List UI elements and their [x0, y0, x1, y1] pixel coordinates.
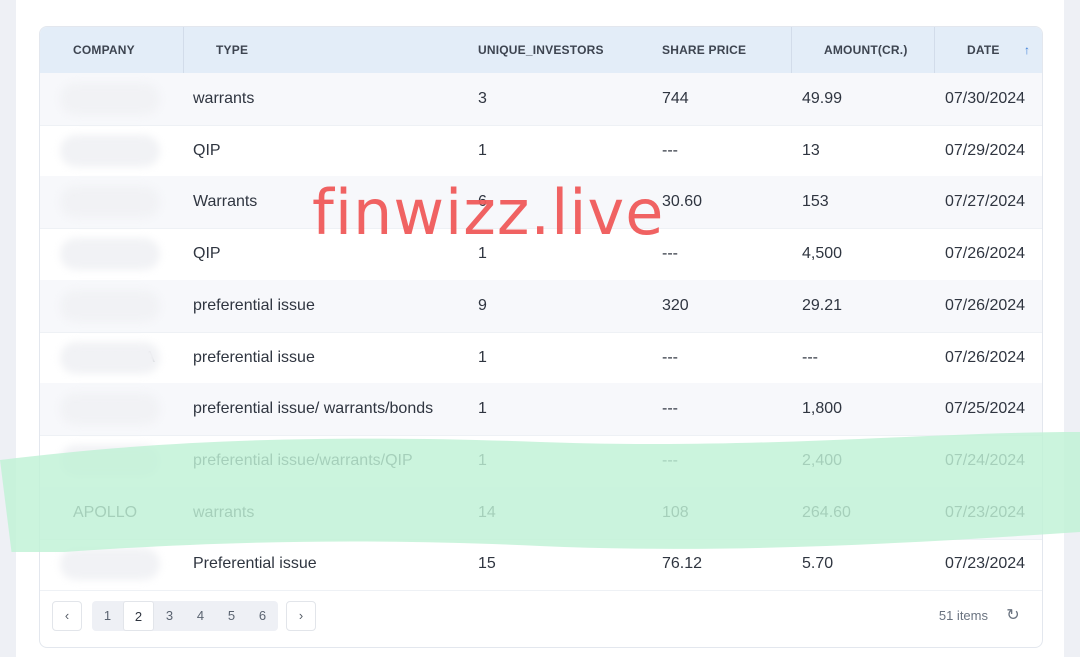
cell-type: warrants	[193, 90, 255, 107]
cell-unique-investors: 1	[478, 400, 487, 418]
redaction-blur	[60, 548, 160, 581]
cell-amount: 5.70	[802, 555, 834, 573]
pagination-bar: ‹ 1 2 3 4 5 6 › 51 items ↻	[40, 599, 1042, 635]
redaction-blur	[60, 289, 160, 322]
redaction-blur	[60, 134, 160, 167]
cell-date: 07/26/2024	[945, 245, 1026, 263]
cell-date: 07/23/2024	[945, 503, 1026, 521]
cell-type: preferential issue	[193, 296, 315, 314]
sort-ascending-icon[interactable]: ↑	[1024, 27, 1030, 73]
cell-amount: 49.99	[802, 90, 843, 107]
cell-type: preferential issue/warrants/QIP	[193, 451, 413, 469]
page-5-button[interactable]: 5	[216, 601, 247, 631]
cell-amount: 264.60	[802, 503, 851, 521]
cell-share-price: 108	[662, 503, 689, 521]
column-header-company[interactable]: COMPANY	[40, 27, 183, 73]
redaction-blur	[60, 444, 160, 477]
redaction-blur	[60, 83, 160, 115]
page-2-button[interactable]: 2	[123, 601, 154, 631]
cell-share-price: ---	[662, 348, 678, 366]
item-count: 51 items	[938, 608, 988, 623]
cell-date: 07/27/2024	[945, 193, 1026, 211]
cell-unique-investors: 1	[478, 348, 487, 366]
redaction-blur	[60, 186, 160, 219]
cell-share-price: ---	[662, 141, 678, 159]
next-page-button[interactable]: ›	[286, 601, 316, 631]
cell-amount: 13	[802, 141, 820, 159]
cell-type: warrants	[193, 503, 255, 521]
cell-amount: 4,500	[802, 245, 843, 263]
table-row[interactable]: APOLLO warrants 14 108 264.60 07/23/2024	[40, 486, 1042, 540]
cell-date: 07/26/2024	[945, 296, 1026, 314]
cell-amount: 29.21	[802, 296, 843, 314]
cell-amount: 2,400	[802, 451, 843, 469]
page-4-button[interactable]: 4	[185, 601, 216, 631]
cell-date: 07/30/2024	[945, 90, 1026, 107]
data-table: COMPANY TYPE UNIQUE_INVESTORS SHARE PRIC…	[39, 26, 1043, 648]
cell-unique-investors: 15	[478, 555, 496, 573]
cell-type: preferential issue	[193, 348, 315, 366]
cell-share-price: ---	[662, 400, 678, 418]
cell-date: 07/23/2024	[945, 555, 1026, 573]
cell-amount: 1,800	[802, 400, 843, 418]
column-header-share-price[interactable]: SHARE PRICE	[629, 27, 769, 73]
cell-amount: 153	[802, 193, 829, 211]
table-header: COMPANY TYPE UNIQUE_INVESTORS SHARE PRIC…	[40, 27, 1042, 74]
cell-unique-investors: 3	[478, 90, 487, 107]
cell-share-price: 320	[662, 296, 689, 314]
table-row[interactable]: preferential issue/warrants/QIP 1 --- 2,400…	[40, 435, 1042, 488]
cell-type: QIP	[193, 141, 221, 159]
cell-amount: ---	[802, 348, 818, 366]
cell-unique-investors: 14	[478, 503, 496, 521]
cell-date: 07/26/2024	[945, 348, 1026, 366]
cell-unique-investors: 9	[478, 296, 487, 314]
cell-date: 07/24/2024	[945, 451, 1026, 469]
redaction-blur	[60, 393, 160, 426]
column-header-unique-investors[interactable]: UNIQUE_INVESTORS	[445, 27, 629, 73]
refresh-icon[interactable]: ↻	[1002, 601, 1024, 631]
prev-page-button[interactable]: ‹	[52, 601, 82, 631]
cell-unique-investors: 1	[478, 141, 487, 159]
watermark-text: finwizz.live	[312, 176, 665, 249]
table-row[interactable]: QIP 1 --- 13 07/29/2024	[40, 125, 1042, 178]
page-3-button[interactable]: 3	[154, 601, 185, 631]
cell-share-price: 744	[662, 90, 689, 107]
cell-share-price: 76.12	[662, 555, 703, 573]
redaction-blur	[60, 341, 160, 374]
column-header-type[interactable]: TYPE	[183, 27, 478, 73]
cell-share-price: ---	[662, 451, 678, 469]
cell-date: 07/25/2024	[945, 400, 1026, 418]
cell-date: 07/29/2024	[945, 141, 1026, 159]
page-6-button[interactable]: 6	[247, 601, 278, 631]
cell-type: Preferential issue	[193, 555, 317, 573]
page-1-button[interactable]: 1	[92, 601, 123, 631]
table-row[interactable]: preferential issue 9 320 29.21 07/26/2024	[40, 279, 1042, 333]
column-header-date-label: DATE	[967, 43, 1000, 57]
table-row[interactable]: NEWJAISApreferential issue1------07/26/2…	[40, 332, 1042, 385]
table-row[interactable]: BAJAJpreferential issue/ warrants/bonds1…	[40, 383, 1042, 437]
cell-type: preferential issue/ warrants/bonds	[193, 400, 434, 418]
table-row[interactable]: warrants 3 744 49.99 07/30/2024	[40, 73, 1042, 126]
table-row[interactable]: Preferential issue 15 76.12 5.70 07/23/2024	[40, 538, 1042, 592]
cell-unique-investors: 1	[478, 451, 487, 469]
column-header-amount[interactable]: AMOUNT(CR.)	[791, 27, 934, 73]
redaction-blur	[60, 238, 160, 271]
page-number-group: 1 2 3 4 5 6	[92, 601, 278, 631]
